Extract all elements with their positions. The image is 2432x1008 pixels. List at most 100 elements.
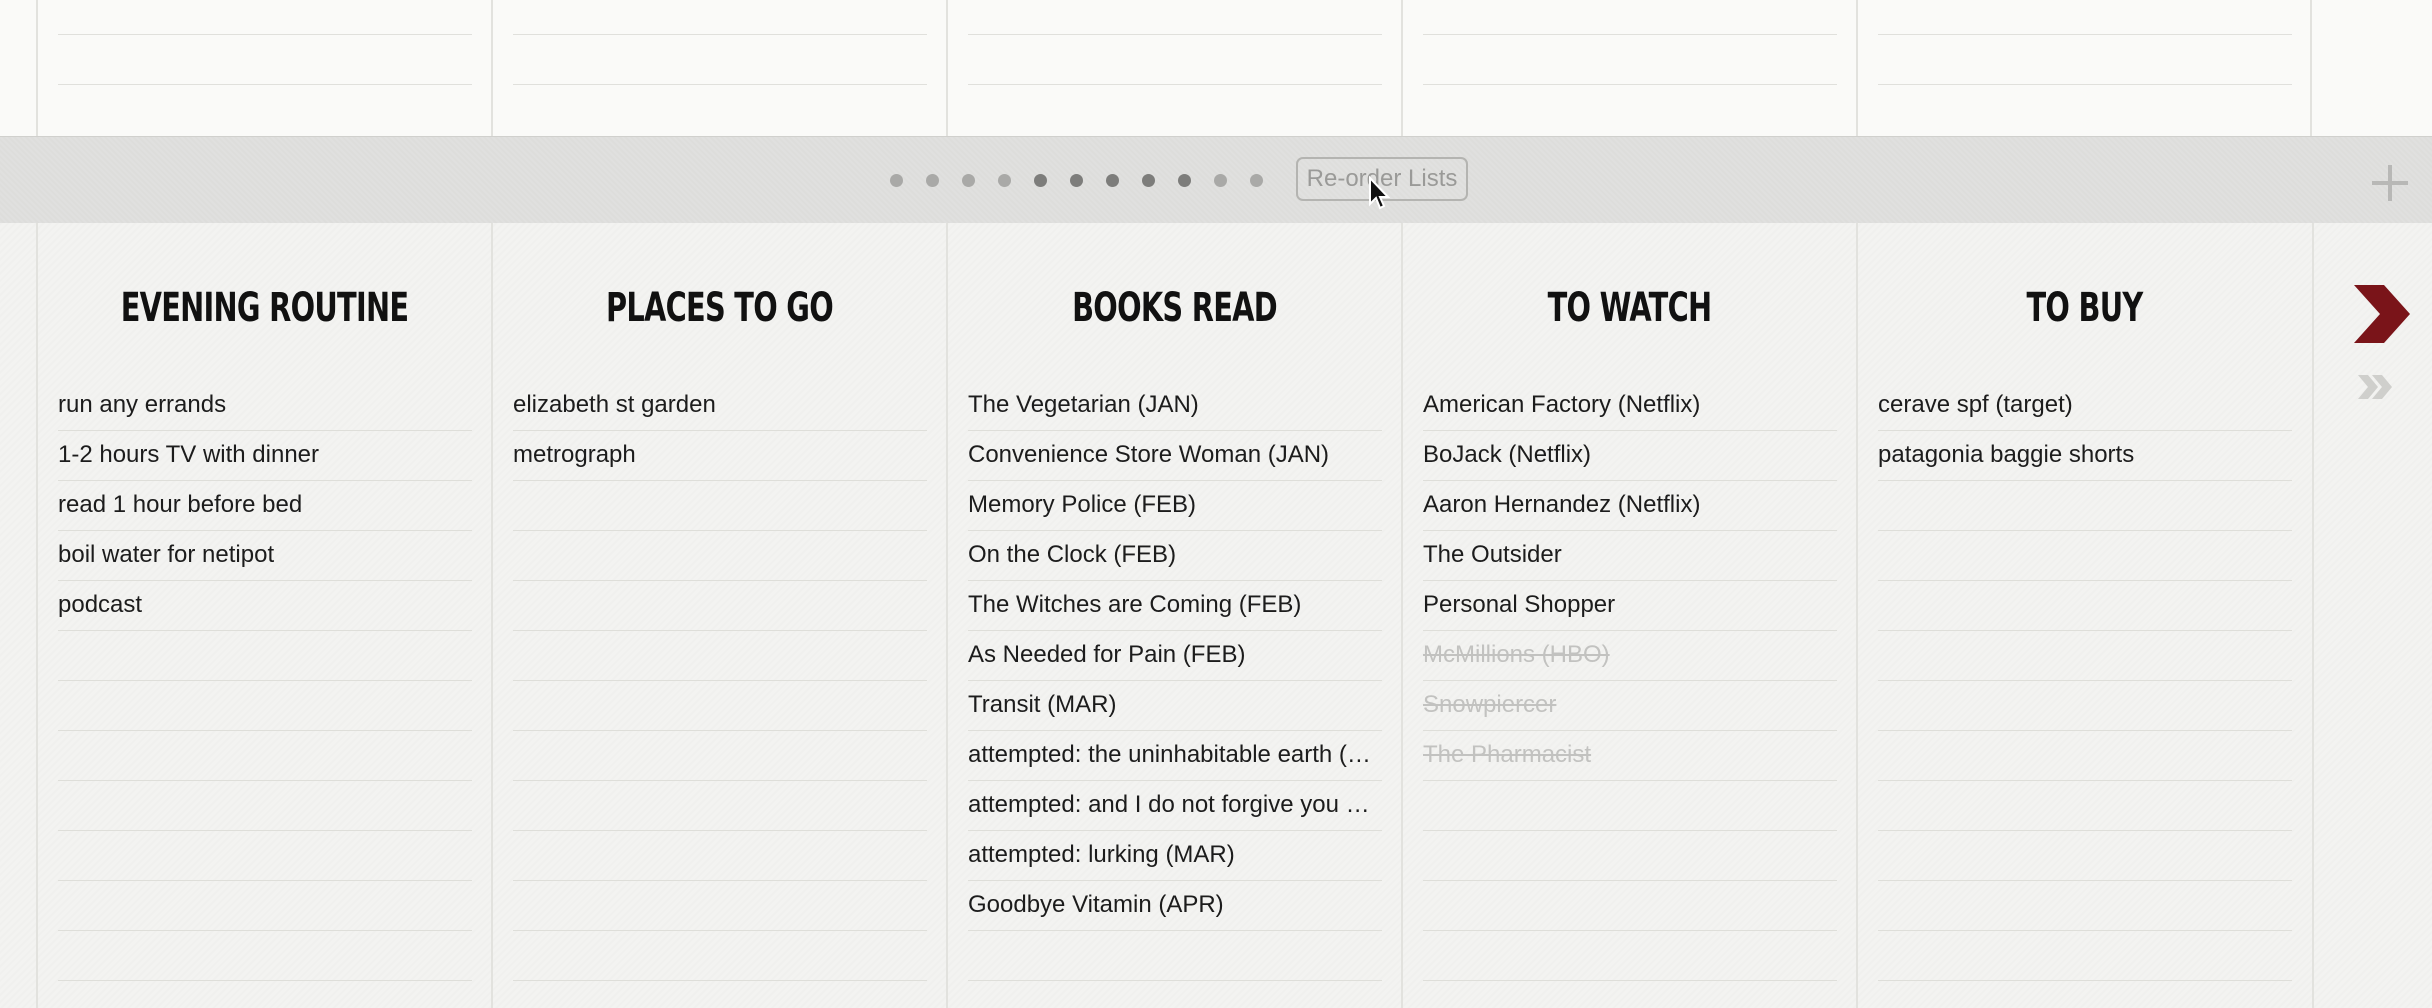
list-column: Evening Routine run any errands 1-2 hours … <box>36 223 491 1008</box>
list-item[interactable]: elizabeth st garden <box>513 381 927 431</box>
page-dot[interactable] <box>1178 174 1191 187</box>
list-item[interactable]: patagonia baggie shorts <box>1878 431 2292 481</box>
empty-list-row[interactable] <box>58 831 472 881</box>
list-title[interactable]: Books Read <box>1011 285 1337 331</box>
list-title[interactable]: To Buy <box>1921 285 2247 331</box>
page-dot[interactable] <box>1034 174 1047 187</box>
empty-list-row[interactable] <box>513 481 927 531</box>
empty-list-row[interactable] <box>1878 681 2292 731</box>
list-item[interactable]: metrograph <box>513 431 927 481</box>
previous-list-column <box>1856 0 2311 136</box>
empty-list-row[interactable] <box>58 731 472 781</box>
list-items: run any errands 1-2 hours TV with dinner r… <box>58 381 472 981</box>
page-dot[interactable] <box>998 174 1011 187</box>
list-item[interactable]: The Pharmacist <box>1423 731 1837 781</box>
empty-list-row[interactable] <box>513 681 927 731</box>
empty-list-row[interactable] <box>513 781 927 831</box>
list-column: Places to Go elizabeth st garden metrograp… <box>491 223 946 1008</box>
list-item[interactable]: Memory Police (FEB) <box>968 481 1382 531</box>
page-dot[interactable] <box>1214 174 1227 187</box>
empty-list-row[interactable] <box>1878 481 2292 531</box>
page-dot[interactable] <box>1142 174 1155 187</box>
list-item[interactable]: Snowpiercer <box>1423 681 1837 731</box>
list-item[interactable]: boil water for netipot <box>58 531 472 581</box>
list-item[interactable]: McMillions (HBO) <box>1423 631 1837 681</box>
empty-list-row[interactable] <box>1878 881 2292 931</box>
add-list-icon[interactable] <box>2370 163 2410 203</box>
list-item[interactable]: Personal Shopper <box>1423 581 1837 631</box>
empty-list-row[interactable] <box>513 531 927 581</box>
list-title[interactable]: Evening Routine <box>101 285 427 331</box>
page-dot[interactable] <box>1106 174 1119 187</box>
empty-list-row[interactable] <box>1878 731 2292 781</box>
previous-list-column <box>36 0 491 136</box>
list-item[interactable]: The Vegetarian (JAN) <box>968 381 1382 431</box>
lists-area: To Buy cerave spf (target) patagonia baggi… <box>0 223 2432 1008</box>
empty-list-row[interactable] <box>1423 881 1837 931</box>
page-dot[interactable] <box>890 174 903 187</box>
list-column: To Buy cerave spf (target) patagonia baggi… <box>1856 223 2311 1008</box>
list-title[interactable]: To Watch <box>1466 285 1792 331</box>
empty-list-row[interactable] <box>58 631 472 681</box>
page-dot[interactable] <box>1070 174 1083 187</box>
empty-list-row[interactable] <box>58 781 472 831</box>
list-items: The Vegetarian (JAN) Convenience Store Wo… <box>968 381 1382 981</box>
list-items: elizabeth st garden metrograph <box>513 381 927 981</box>
list-item[interactable]: attempted: and I do not forgive you … <box>968 781 1382 831</box>
previous-list-column <box>946 0 1401 136</box>
previous-right-gutter <box>2310 0 2432 136</box>
previous-list-column <box>1401 0 1856 136</box>
mouse-pointer-icon <box>1369 176 1390 210</box>
list-title[interactable]: Places to Go <box>556 285 882 331</box>
empty-list-row[interactable] <box>968 931 1382 981</box>
empty-list-row[interactable] <box>513 581 927 631</box>
double-chevron-right-icon[interactable] <box>2356 373 2396 401</box>
list-item[interactable]: Transit (MAR) <box>968 681 1382 731</box>
empty-list-row[interactable] <box>58 931 472 981</box>
list-item[interactable]: cerave spf (target) <box>1878 381 2292 431</box>
empty-list-row[interactable] <box>1423 781 1837 831</box>
list-item[interactable]: 1-2 hours TV with dinner <box>58 431 472 481</box>
page-dot[interactable] <box>926 174 939 187</box>
empty-list-row[interactable] <box>513 881 927 931</box>
empty-list-row[interactable] <box>513 931 927 981</box>
list-column: To Watch American Factory (Netflix) BoJack… <box>1401 223 1856 1008</box>
empty-list-row[interactable] <box>513 831 927 881</box>
list-items: cerave spf (target) patagonia baggie shor… <box>1878 381 2292 981</box>
list-item[interactable]: American Factory (Netflix) <box>1423 381 1837 431</box>
empty-list-row[interactable] <box>1878 931 2292 981</box>
empty-list-row[interactable] <box>513 631 927 681</box>
list-item[interactable]: As Needed for Pain (FEB) <box>968 631 1382 681</box>
empty-list-row[interactable] <box>58 881 472 931</box>
empty-list-row[interactable] <box>58 681 472 731</box>
list-item[interactable]: attempted: the uninhabitable earth (… <box>968 731 1382 781</box>
empty-list-row[interactable] <box>1878 631 2292 681</box>
list-item[interactable]: Convenience Store Woman (JAN) <box>968 431 1382 481</box>
empty-list-row[interactable] <box>1423 931 1837 981</box>
empty-list-row[interactable] <box>1878 531 2292 581</box>
list-item[interactable]: podcast <box>58 581 472 631</box>
list-items: American Factory (Netflix) BoJack (Netfli… <box>1423 381 1837 981</box>
list-item[interactable]: attempted: lurking (MAR) <box>968 831 1382 881</box>
page-dot[interactable] <box>962 174 975 187</box>
list-item[interactable]: The Outsider <box>1423 531 1837 581</box>
previous-lists-row <box>0 0 2432 136</box>
empty-list-row[interactable] <box>1878 831 2292 881</box>
page-dot[interactable] <box>1250 174 1263 187</box>
list-item[interactable]: run any errands <box>58 381 472 431</box>
list-item[interactable]: BoJack (Netflix) <box>1423 431 1837 481</box>
empty-list-row[interactable] <box>1878 581 2292 631</box>
list-item[interactable]: Goodbye Vitamin (APR) <box>968 881 1382 931</box>
empty-list-row[interactable] <box>513 731 927 781</box>
toolbar: Re-order Lists <box>0 136 2432 224</box>
previous-list-column <box>491 0 946 136</box>
list-item[interactable]: On the Clock (FEB) <box>968 531 1382 581</box>
right-nav-gutter <box>2312 223 2432 1008</box>
list-item[interactable]: read 1 hour before bed <box>58 481 472 531</box>
list-item[interactable]: The Witches are Coming (FEB) <box>968 581 1382 631</box>
chevron-right-icon[interactable] <box>2350 283 2412 345</box>
list-item[interactable]: Aaron Hernandez (Netflix) <box>1423 481 1837 531</box>
empty-list-row[interactable] <box>1878 781 2292 831</box>
list-column: Books Read The Vegetarian (JAN) Convenienc… <box>946 223 1401 1008</box>
empty-list-row[interactable] <box>1423 831 1837 881</box>
